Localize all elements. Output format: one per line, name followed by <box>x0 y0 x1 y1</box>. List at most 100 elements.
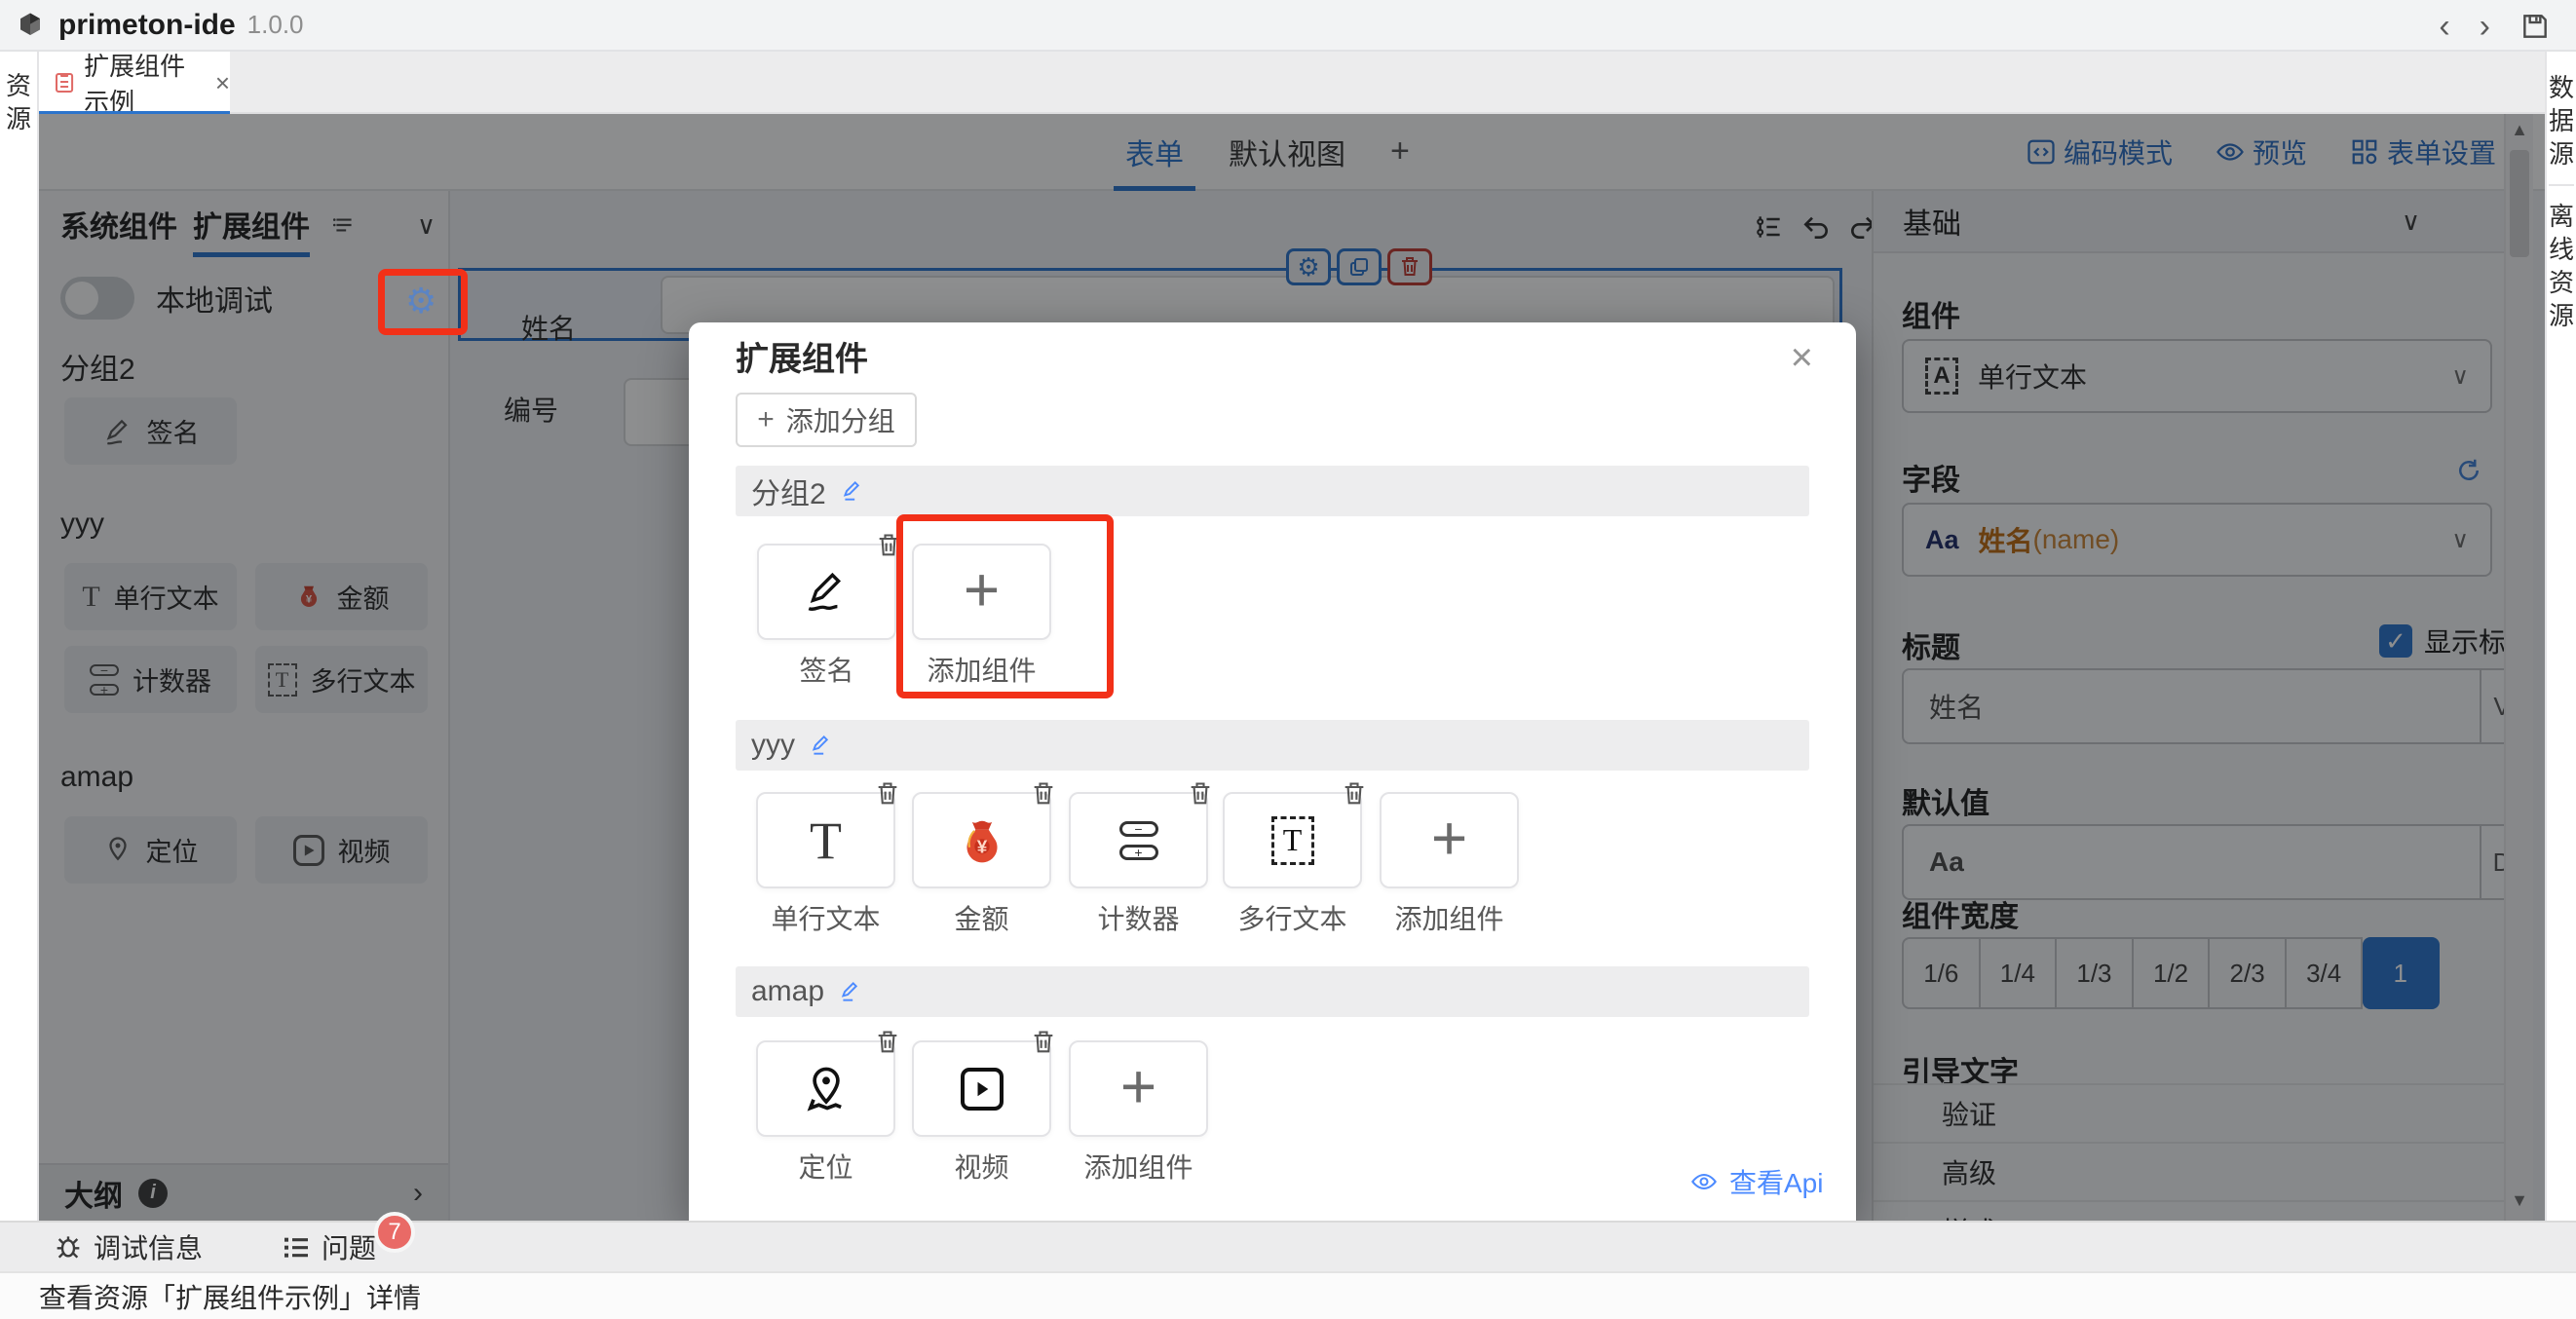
title-label: 标题 <box>1902 623 1960 666</box>
delete-component-icon[interactable] <box>1187 780 1214 808</box>
outline-tree-icon[interactable] <box>1754 211 1785 243</box>
component-item-counter[interactable]: − + 计数器 <box>64 646 237 713</box>
modal-tile-amount[interactable]: ¥ 金额 <box>912 792 1051 937</box>
group-name: amap <box>751 975 824 1008</box>
modal-tile-video[interactable]: 视频 <box>912 1040 1051 1186</box>
app-version: 1.0.0 <box>247 10 304 40</box>
row-label: 验证 <box>1942 1094 1996 1133</box>
modal-tile-add-component[interactable]: + 添加组件 <box>1380 792 1519 937</box>
component-item-video[interactable]: 视频 <box>255 816 428 884</box>
rail-item-offline-resources[interactable]: 离线资源 <box>2547 200 2576 332</box>
tab-close-icon[interactable]: × <box>215 68 230 98</box>
nav-back-icon[interactable]: ‹ <box>2439 10 2449 43</box>
local-debug-label: 本地调试 <box>156 277 273 320</box>
modal-tile-location[interactable]: 定位 <box>756 1040 895 1186</box>
code-mode-button[interactable]: 编码模式 <box>2027 132 2173 171</box>
component-item-signature[interactable]: 签名 <box>64 397 237 465</box>
field-delete-button[interactable] <box>1387 248 1432 285</box>
refresh-field-icon[interactable] <box>2454 456 2483 485</box>
scroll-up-icon[interactable]: ▲ <box>2506 120 2533 140</box>
tab-form[interactable]: 表单 <box>1125 131 1184 173</box>
checkbox-checked-icon[interactable]: ✓ <box>2379 624 2412 658</box>
component-item-label: 多行文本 <box>311 660 416 698</box>
width-option[interactable]: 1/6 <box>1902 937 1981 1009</box>
save-icon[interactable] <box>2519 11 2551 42</box>
tab-default-view[interactable]: 默认视图 <box>1229 131 1345 173</box>
component-item-amount[interactable]: ¥ 金额 <box>255 563 428 630</box>
modal-tile-add-component[interactable]: + 添加组件 <box>1069 1040 1208 1186</box>
local-debug-toggle[interactable] <box>60 277 134 320</box>
width-option[interactable]: 1/2 <box>2134 937 2211 1009</box>
delete-component-icon[interactable] <box>874 780 901 808</box>
rail-item-datasource[interactable]: 数据源 <box>2547 71 2576 170</box>
problems-list-icon <box>281 1231 312 1262</box>
component-item-location[interactable]: 定位 <box>64 816 237 884</box>
outline-bar[interactable]: 大纲 i › <box>39 1163 448 1221</box>
panel-menu-icon[interactable] <box>331 212 357 238</box>
delete-component-icon[interactable] <box>874 1029 901 1056</box>
debug-info-button[interactable]: 调试信息 <box>53 1227 203 1266</box>
default-value-input[interactable]: Aa D <box>1902 824 2504 900</box>
inspector-section-basic[interactable]: 基础 ∨ <box>1874 191 2504 253</box>
show-label-checkbox-row[interactable]: ✓ 显示标签 <box>2379 622 2504 660</box>
group-name: 分组2 <box>60 345 135 388</box>
modal-group-header: 分组2 <box>736 466 1809 516</box>
add-group-button[interactable]: + 添加分组 <box>736 393 917 447</box>
section-row-advanced[interactable]: 高级 <box>1874 1142 2504 1200</box>
plus-icon: + <box>757 403 775 436</box>
title-input[interactable]: 姓名 V <box>1902 668 2504 744</box>
chevron-down-icon: ∨ <box>2451 526 2469 554</box>
component-value: 单行文本 <box>1978 357 2087 396</box>
view-api-link[interactable]: 查看Api <box>1690 1162 1823 1201</box>
title-binding-button[interactable]: V <box>2480 670 2504 742</box>
field-settings-button[interactable]: ⚙ <box>1286 248 1331 285</box>
scroll-down-icon[interactable]: ▼ <box>2506 1190 2533 1211</box>
eye-icon <box>2216 137 2245 167</box>
edit-pencil-icon[interactable] <box>838 979 863 1004</box>
section-row-validation[interactable]: 验证 <box>1874 1083 2504 1142</box>
modal-title: 扩展组件 <box>736 332 868 380</box>
width-option[interactable]: 3/4 <box>2287 937 2364 1009</box>
component-item-multi-line-text[interactable]: T 多行文本 <box>255 646 428 713</box>
component-select[interactable]: A 单行文本 ∨ <box>1902 339 2492 413</box>
modal-tile-signature[interactable]: 签名 <box>757 544 896 689</box>
width-option[interactable]: 1/3 <box>2057 937 2134 1009</box>
tab-extension-components[interactable]: 扩展组件 <box>193 203 310 257</box>
delete-component-icon[interactable] <box>1030 780 1057 808</box>
width-option[interactable]: 1/4 <box>1981 937 2058 1009</box>
width-option-selected[interactable]: 1 <box>2363 937 2440 1009</box>
outline-expand-icon[interactable]: › <box>413 1177 423 1210</box>
add-view-button[interactable]: + <box>1390 132 1410 170</box>
tile-label: 签名 <box>757 650 896 689</box>
tab-label: 扩展组件示例 <box>84 47 202 119</box>
rail-item-resources[interactable]: 资源 <box>4 69 33 135</box>
undo-icon[interactable] <box>1800 211 1832 243</box>
modal-tile-counter[interactable]: − + 计数器 <box>1069 792 1208 937</box>
edit-pencil-icon[interactable] <box>809 733 834 758</box>
tab-extension-example[interactable]: 扩展组件示例 × <box>39 52 230 114</box>
modal-tile-single-line-text[interactable]: T 单行文本 <box>756 792 895 937</box>
panel-collapse-icon[interactable]: ∨ <box>417 210 436 241</box>
section-row-style[interactable]: 样式 <box>1874 1200 2504 1221</box>
close-icon[interactable]: × <box>1791 336 1813 380</box>
group-name: yyy <box>60 508 104 541</box>
form-settings-button[interactable]: 表单设置 <box>2350 132 2496 171</box>
delete-component-icon[interactable] <box>1030 1029 1057 1056</box>
width-option[interactable]: 2/3 <box>2210 937 2287 1009</box>
preview-button[interactable]: 预览 <box>2216 132 2307 171</box>
problems-button[interactable]: 问题 7 <box>281 1227 376 1266</box>
inspector-scrollbar[interactable]: ▲ ▼ <box>2504 114 2533 1221</box>
edit-pencil-icon[interactable] <box>840 478 865 504</box>
tab-system-components[interactable]: 系统组件 <box>60 203 177 257</box>
field-select[interactable]: Aa 姓名 (name) ∨ <box>1902 503 2492 577</box>
group-name: yyy <box>751 729 795 762</box>
scrollbar-thumb[interactable] <box>2510 150 2529 257</box>
component-item-single-line-text[interactable]: T 单行文本 <box>64 563 237 630</box>
field-copy-button[interactable] <box>1337 248 1382 285</box>
nav-forward-icon[interactable]: › <box>2480 10 2490 43</box>
modal-tile-multi-line-text[interactable]: T 多行文本 <box>1223 792 1362 937</box>
default-binding-button[interactable]: D <box>2480 826 2504 898</box>
status-bar: 查看资源「扩展组件示例」详情 <box>0 1271 2576 1319</box>
delete-component-icon[interactable] <box>1341 780 1368 808</box>
counter-icon: − + <box>1119 821 1158 860</box>
